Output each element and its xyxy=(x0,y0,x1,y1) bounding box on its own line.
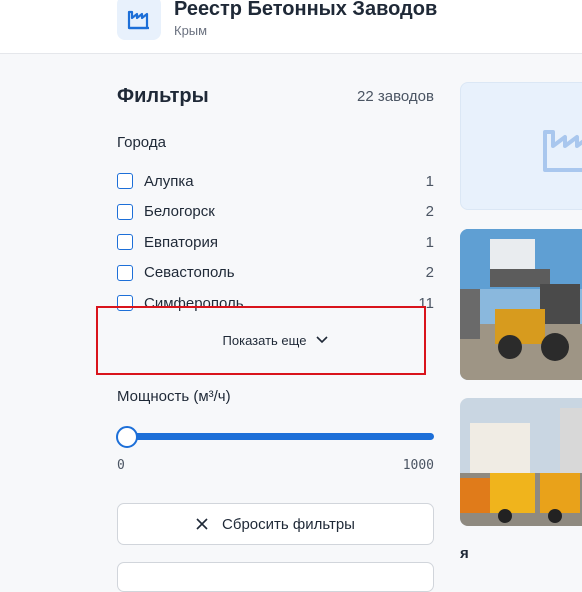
city-name: Белогорск xyxy=(144,203,215,221)
city-name: Севастополь xyxy=(144,264,235,282)
city-item-simferopol[interactable]: Симферополь 11 xyxy=(117,288,434,312)
city-name: Евпатория xyxy=(144,233,218,251)
app-logo[interactable] xyxy=(117,0,161,40)
power-slider-track[interactable] xyxy=(127,433,434,440)
factory-icon xyxy=(127,10,149,30)
secondary-button[interactable] xyxy=(117,562,434,592)
show-more-button[interactable]: Показать еще xyxy=(117,326,434,354)
city-item-alupka[interactable]: Алупка 1 xyxy=(117,166,434,197)
city-count: 1 xyxy=(425,172,434,190)
city-checkbox[interactable] xyxy=(117,203,133,220)
show-more-label: Показать еще xyxy=(222,332,307,348)
app-subtitle: Крым xyxy=(174,23,208,38)
plant-card-photo[interactable] xyxy=(460,398,582,526)
plant-card-photo[interactable] xyxy=(460,229,582,380)
plant-card-title: я xyxy=(460,545,469,562)
plant-photo-image xyxy=(460,398,582,526)
city-item-evpatoria[interactable]: Евпатория 1 xyxy=(117,227,434,258)
city-count: 1 xyxy=(425,233,434,251)
city-name: Симферополь xyxy=(144,294,244,312)
chevron-down-icon xyxy=(316,336,329,344)
app-header: Реестр Бетонных Заводов Крым xyxy=(0,0,582,54)
city-count: 2 xyxy=(425,264,434,282)
power-max-value: 1000 xyxy=(402,458,434,473)
city-count: 2 xyxy=(425,203,434,221)
results-count: 22 заводов xyxy=(357,88,434,105)
filters-title: Фильтры xyxy=(117,85,209,107)
plant-photo-image xyxy=(460,229,582,380)
city-checkbox[interactable] xyxy=(117,173,133,190)
reset-filters-label: Сбросить фильтры xyxy=(222,515,355,533)
city-list: Алупка 1 Белогорск 2 Евпатория 1 Севасто… xyxy=(117,166,434,312)
plant-card-placeholder[interactable] xyxy=(460,82,582,210)
city-checkbox[interactable] xyxy=(117,264,133,281)
city-item-belogorsk[interactable]: Белогорск 2 xyxy=(117,197,434,228)
city-checkbox[interactable] xyxy=(117,295,133,312)
reset-filters-button[interactable]: Сбросить фильтры xyxy=(117,503,434,545)
city-count: 11 xyxy=(418,294,434,312)
power-slider-handle[interactable] xyxy=(116,426,138,448)
city-name: Алупка xyxy=(144,172,194,190)
close-icon xyxy=(196,518,208,530)
factory-icon xyxy=(543,130,582,172)
app-title: Реестр Бетонных Заводов xyxy=(174,0,438,20)
cities-label: Города xyxy=(117,134,166,151)
city-item-sevastopol[interactable]: Севастополь 2 xyxy=(117,258,434,289)
power-min-value: 0 xyxy=(117,458,125,473)
city-checkbox[interactable] xyxy=(117,234,133,251)
power-label: Мощность (м³/ч) xyxy=(117,388,231,405)
